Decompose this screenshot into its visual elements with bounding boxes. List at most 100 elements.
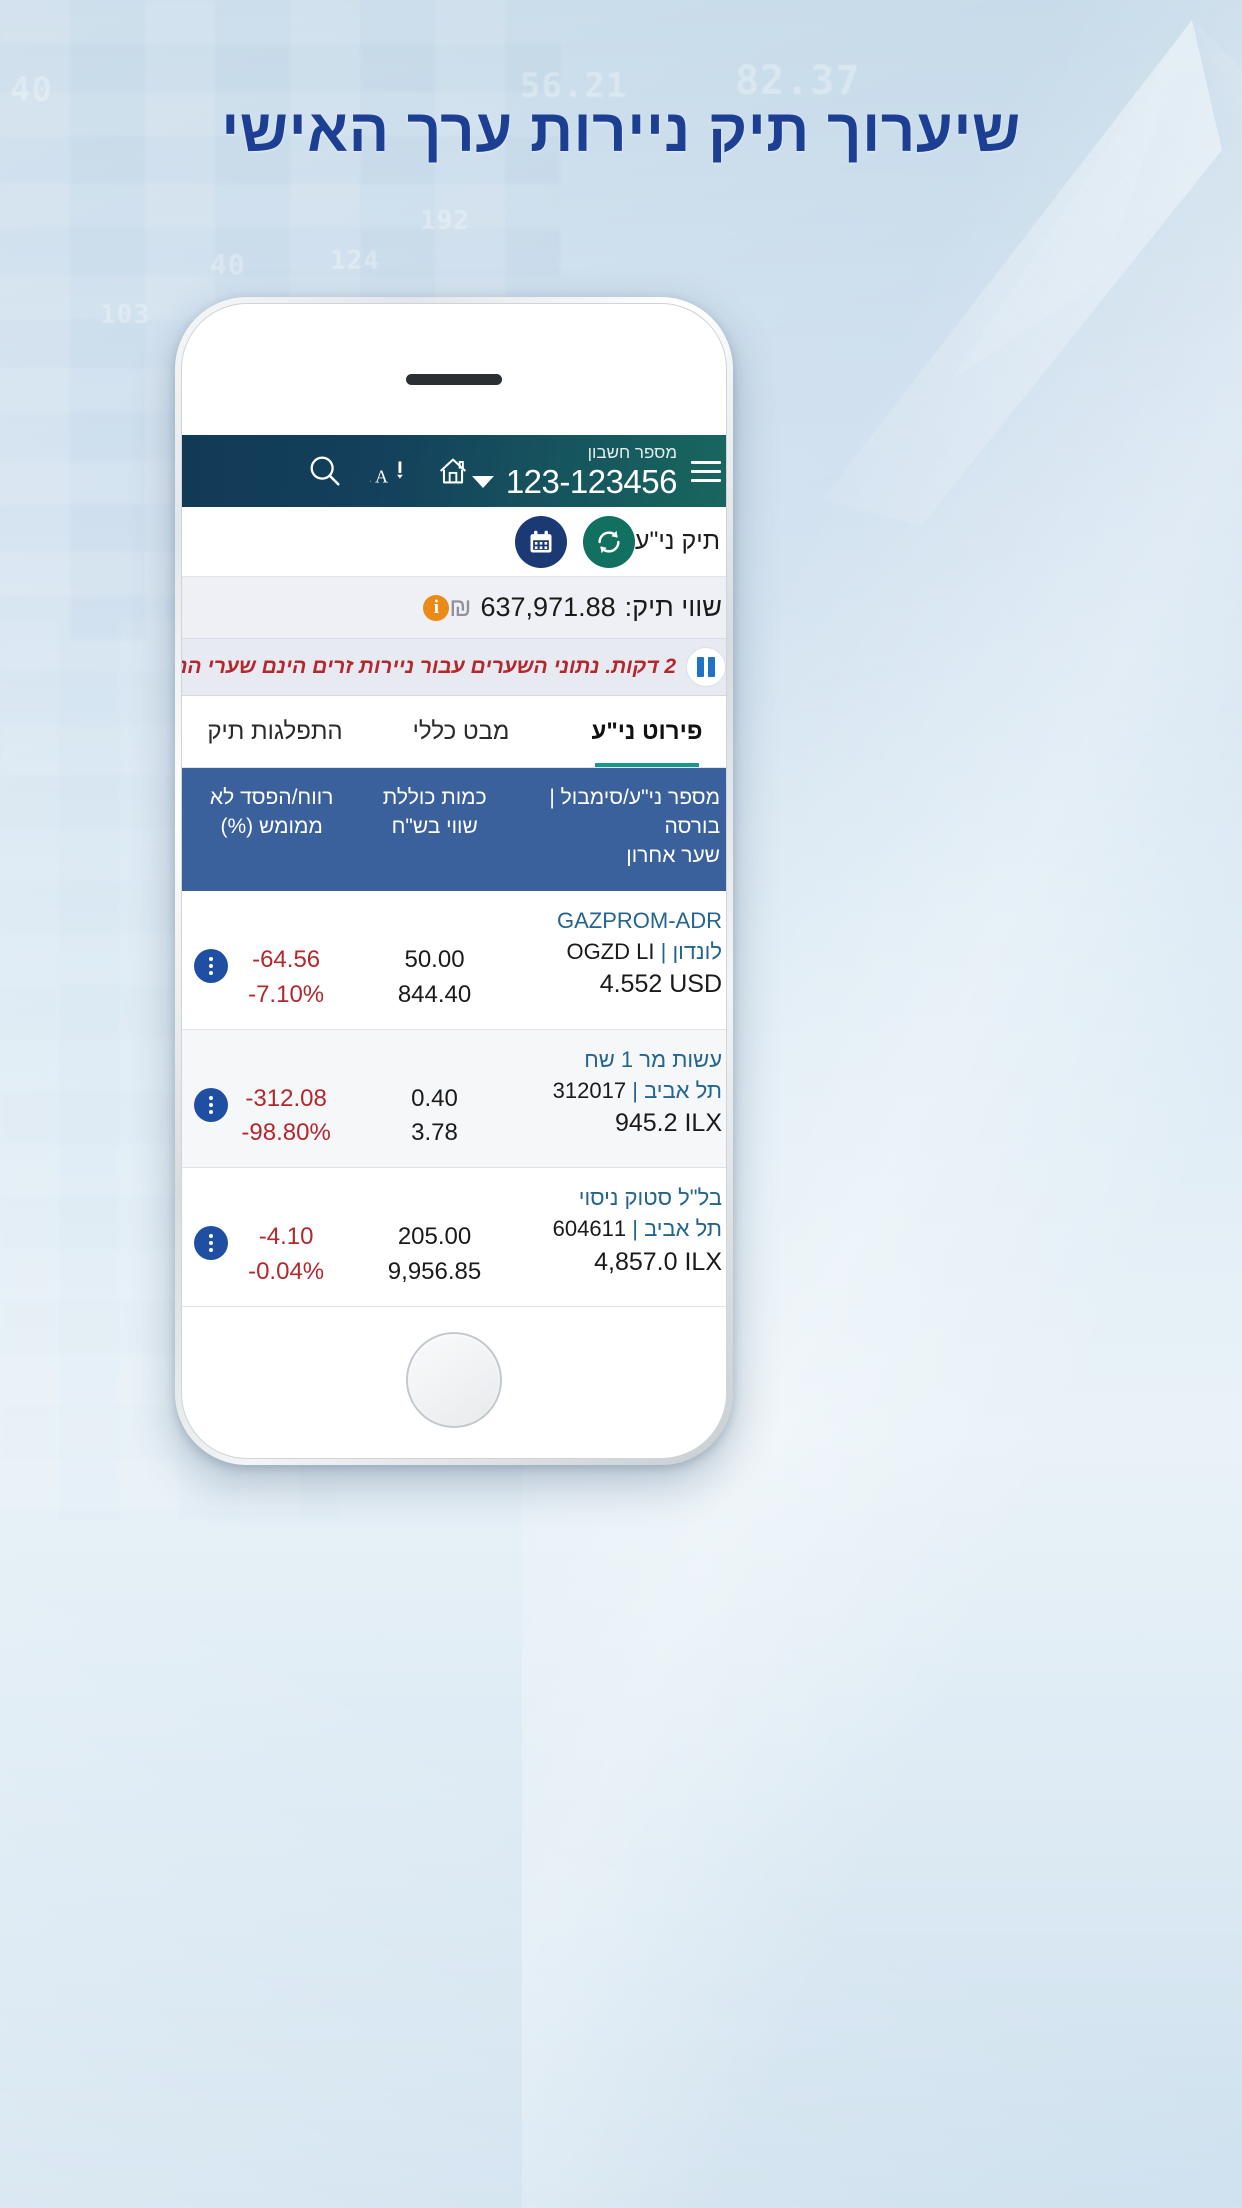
pl-percent: -7.10% (248, 980, 325, 1008)
hamburger-icon[interactable] (685, 460, 726, 482)
portfolio-balance-row: שווי תיק: 637,971.88 ₪ i (182, 577, 726, 639)
security-last-price: 4.552 USD (599, 970, 722, 999)
security-name: GAZPROM-ADR (557, 907, 722, 933)
phone-earpiece (406, 374, 502, 385)
chevron-down-icon[interactable] (471, 475, 494, 488)
security-name: בל"ל סטוק ניסוי (578, 1185, 722, 1211)
quantity-value: 205.00 (397, 1223, 472, 1251)
security-exchange: תל אביב (644, 1216, 722, 1242)
column-header-security-line3: שער אחרון (626, 843, 720, 867)
column-header-security-line2: בורסה (664, 814, 720, 838)
table-header: מספר ני"ע/סימבול | בורסה שער אחרון כמות … (182, 768, 726, 891)
quantity-cell: 205.00 9,956.85 (344, 1182, 524, 1290)
separator: | (632, 1216, 638, 1242)
app-screen: מספר חשבון 123-123456 A A (182, 435, 726, 1334)
portfolio-header-row: תיק ני"ע (182, 507, 726, 577)
security-name: עשות מר 1 שח (584, 1046, 722, 1072)
tab-securities-detail[interactable]: פירוט ני"ע (554, 696, 726, 767)
portfolio-balance: שווי תיק: 637,971.88 ₪ (449, 592, 722, 623)
tab-bar: פירוט ני"ע מבט כללי התפלגות תיק (182, 696, 726, 768)
column-header-security: מספר ני"ע/סימבול | בורסה שער אחרון (524, 784, 724, 871)
security-symbol: 312017 (552, 1077, 627, 1103)
pl-cell: -312.08 -98.80% (228, 1044, 345, 1152)
text-size-icon[interactable]: A A (370, 452, 408, 490)
ticker-bar: 2 דקות. נתוני השערים עבור ניירות זרים הי… (182, 639, 726, 696)
separator: | (660, 939, 667, 965)
pl-amount: -312.08 (245, 1084, 327, 1112)
account-number: 123-123456 (505, 463, 678, 500)
value-ils: 3.78 (411, 1119, 458, 1147)
row-overflow-menu-icon[interactable] (193, 1226, 228, 1261)
svg-text:A: A (375, 466, 388, 486)
separator: | (632, 1077, 638, 1103)
row-overflow-menu-icon[interactable] (193, 948, 228, 983)
security-last-price: 945.2 ILX (614, 1108, 722, 1137)
background-ghost-number: 40 (210, 248, 246, 281)
pl-percent: -98.80% (241, 1119, 331, 1147)
background-ghost-number: 103 (100, 300, 150, 330)
security-cell: בל"ל סטוק ניסוי תל אביב | 604611 4,857.0… (525, 1182, 726, 1280)
row-menu-cell[interactable] (193, 1044, 228, 1122)
quantity-value: 0.40 (411, 1084, 458, 1112)
pl-cell: -64.56 -7.10% (228, 905, 345, 1013)
currency-symbol: ₪ (449, 592, 472, 622)
background-ghost-number: 192 (420, 206, 470, 236)
svg-text:A: A (370, 458, 371, 487)
balance-amount: 637,971.88 (480, 592, 616, 622)
tab-general-view[interactable]: מבט כללי (368, 696, 554, 767)
calendar-icon[interactable] (514, 515, 567, 568)
row-menu-cell[interactable] (193, 1182, 228, 1261)
phone-body: מספר חשבון 123-123456 A A (181, 303, 727, 1459)
info-icon[interactable]: i (423, 594, 450, 621)
table-row[interactable]: GAZPROM-ADR לונדון | OGZD LI 4.552 USD 5… (182, 890, 726, 1030)
app-navbar: מספר חשבון 123-123456 A A (182, 435, 726, 507)
column-header-security-line1: מספר ני"ע/סימבול | (549, 786, 720, 809)
background-arrow-graphic (822, 20, 1242, 525)
tab-portfolio-breakdown[interactable]: התפלגות תיק (182, 696, 368, 767)
security-symbol: OGZD LI (566, 939, 655, 965)
portfolio-actions (514, 515, 635, 568)
row-menu-cell[interactable] (193, 905, 228, 983)
security-symbol-exchange: תל אביב | 312017 (525, 1075, 722, 1106)
pl-amount: -4.10 (258, 1223, 314, 1251)
security-exchange: תל אביב (644, 1077, 722, 1103)
security-exchange: לונדון (672, 939, 722, 965)
security-last-price: 4,857.0 ILX (594, 1247, 722, 1276)
security-symbol-exchange: תל אביב | 604611 (525, 1213, 722, 1244)
security-symbol: 604611 (552, 1216, 627, 1242)
column-header-pl-line2: ממומש (%) (220, 814, 323, 838)
navbar-icons: A A (300, 452, 472, 490)
phone-mockup: מספר חשבון 123-123456 A A (175, 297, 733, 1465)
pl-percent: -0.04% (248, 1257, 325, 1285)
account-selector[interactable]: מספר חשבון 123-123456 (471, 444, 678, 500)
refresh-icon[interactable] (582, 515, 635, 568)
table-row[interactable]: עשות מר 1 שח תל אביב | 312017 945.2 ILX … (182, 1029, 726, 1169)
ticker-message: 2 דקות. נתוני השערים עבור ניירות זרים הי… (182, 655, 676, 678)
security-cell: עשות מר 1 שח תל אביב | 312017 945.2 ILX (525, 1044, 726, 1142)
column-header-quantity: כמות כוללת שווי בש"ח (345, 784, 524, 871)
portfolio-title: תיק ני"ע (634, 527, 720, 555)
phone-home-button[interactable] (406, 1332, 502, 1428)
row-overflow-menu-icon[interactable] (193, 1087, 228, 1122)
security-cell: GAZPROM-ADR לונדון | OGZD LI 4.552 USD (525, 905, 726, 1003)
page-title: שיערוך תיק ניירות ערך האישי (221, 97, 1021, 164)
security-symbol-exchange: לונדון | OGZD LI (525, 936, 722, 967)
column-header-quantity-line1: כמות כוללת (382, 786, 487, 809)
search-icon[interactable] (306, 452, 344, 490)
pl-amount: -64.56 (252, 945, 321, 973)
value-ils: 844.40 (397, 980, 472, 1008)
pl-cell: -4.10 -0.04% (228, 1182, 345, 1290)
quantity-cell: 0.40 3.78 (344, 1044, 524, 1152)
balance-label: שווי תיק: (624, 592, 722, 622)
column-header-quantity-line2: שווי בש"ח (391, 814, 478, 838)
background-ghost-number: 124 (330, 246, 380, 276)
column-header-pl: רווח/הפסד לא ממומש (%) (198, 784, 345, 871)
table-row[interactable]: בל"ל סטוק ניסוי תל אביב | 604611 4,857.0… (182, 1168, 726, 1307)
value-ils: 9,956.85 (387, 1257, 482, 1285)
home-icon[interactable] (434, 452, 472, 490)
pause-icon[interactable] (686, 647, 726, 687)
account-row[interactable]: 123-123456 (471, 463, 678, 500)
quantity-cell: 50.00 844.40 (344, 905, 524, 1013)
column-header-pl-line1: רווח/הפסד לא (209, 786, 334, 809)
quantity-value: 50.00 (404, 945, 465, 973)
